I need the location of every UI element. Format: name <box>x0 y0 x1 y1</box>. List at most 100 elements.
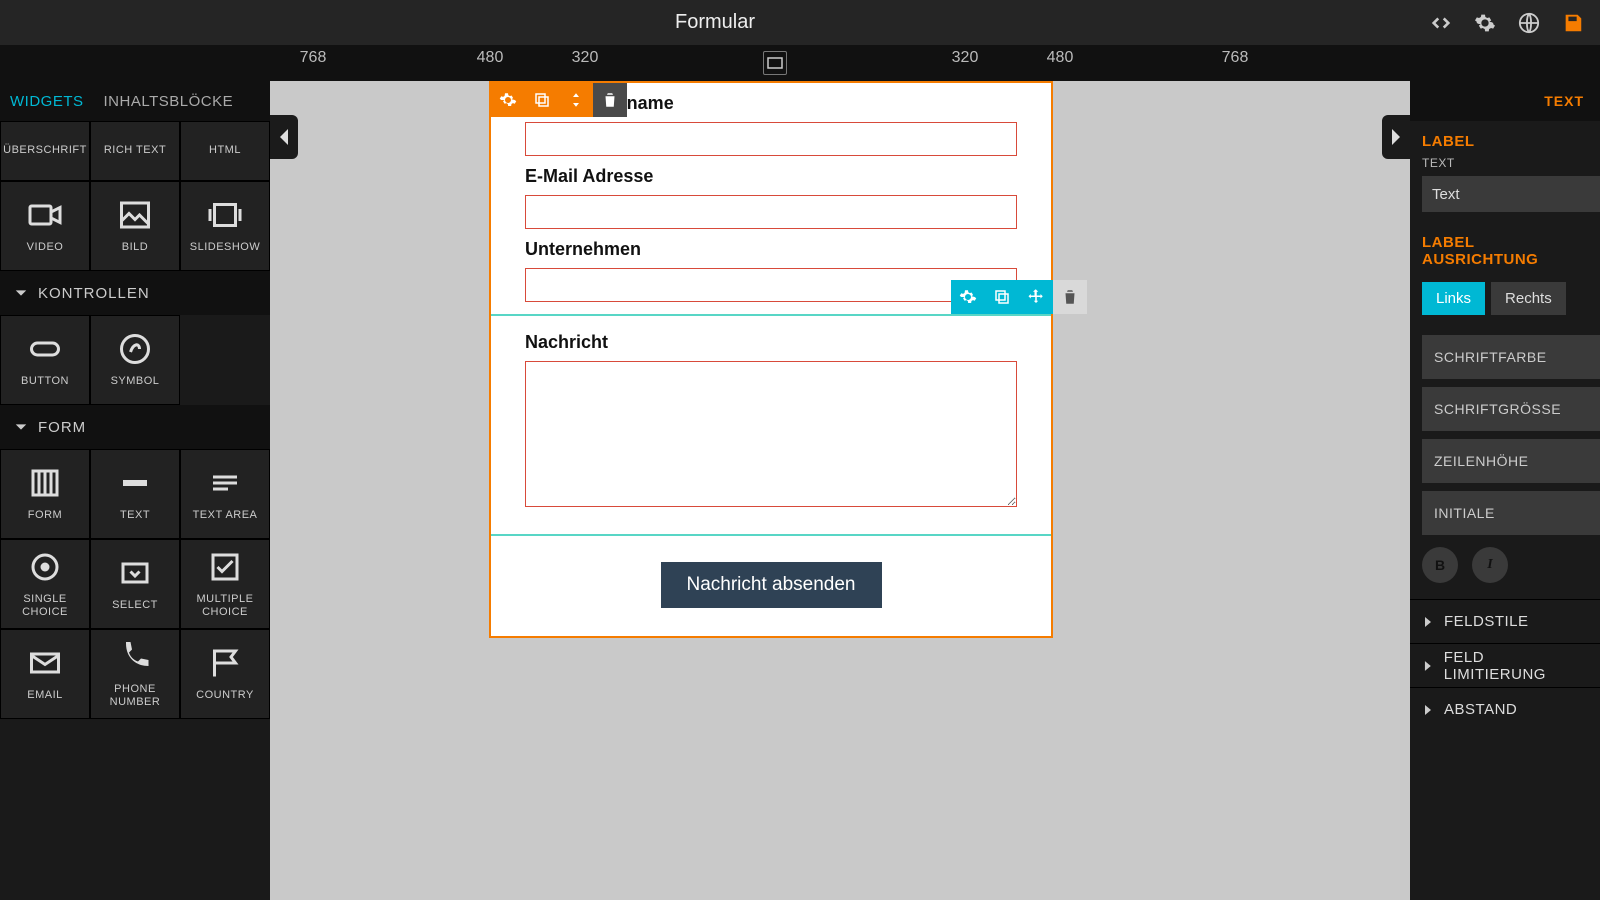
widget-richtext[interactable]: RICH TEXT <box>90 121 180 181</box>
code-icon[interactable] <box>1430 12 1452 34</box>
collapse-feld-limitierung[interactable]: FELD LIMITIERUNG <box>1410 643 1600 687</box>
section-label: FORM <box>38 419 86 436</box>
widget-slideshow[interactable]: SLIDESHOW <box>180 181 270 271</box>
align-right-button[interactable]: Rechts <box>1491 282 1566 315</box>
alignment-segment: Links Rechts <box>1410 274 1600 327</box>
section-label: KONTROLLEN <box>38 285 150 302</box>
sublabel-text: TEXT <box>1410 156 1600 170</box>
globe-icon[interactable] <box>1518 12 1540 34</box>
block-toolbar-top <box>491 83 627 117</box>
ruler-tick: 480 <box>477 49 504 67</box>
block-toolbar-selected <box>951 280 1087 314</box>
canvas-prev[interactable] <box>270 115 298 159</box>
widget-symbol[interactable]: SYMBOL <box>90 315 180 405</box>
section-form[interactable]: FORM <box>0 405 270 449</box>
widget-label: BILD <box>122 241 148 254</box>
section-label-title: LABEL <box>1410 121 1600 156</box>
field-message-block[interactable]: Nachricht <box>491 314 1051 536</box>
right-panel: TEXT LABEL TEXT LABEL AUSRICHTUNG Links … <box>1410 81 1600 900</box>
widget-label: RICH TEXT <box>104 144 166 157</box>
flag-icon <box>207 645 243 681</box>
radio-icon <box>27 549 63 585</box>
ruler-tick: 320 <box>952 49 979 67</box>
widget-form[interactable]: FORM <box>0 449 90 539</box>
widget-label: SYMBOL <box>111 375 160 388</box>
bold-button[interactable]: B <box>1422 547 1458 583</box>
block-settings[interactable] <box>951 280 985 314</box>
block-settings[interactable] <box>491 83 525 117</box>
italic-button[interactable]: I <box>1472 547 1508 583</box>
widget-select[interactable]: SELECT <box>90 539 180 629</box>
ruler: 768 480 320 320 480 768 <box>0 45 1600 81</box>
device-icon[interactable] <box>763 51 787 75</box>
topbar: Formular <box>0 0 1600 45</box>
font-color-row[interactable]: SCHRIFTFARBE <box>1422 335 1600 379</box>
ruler-tick: 320 <box>572 49 599 67</box>
widget-heading[interactable]: ÜBERSCHRIFT <box>0 121 90 181</box>
widget-label: TEXT AREA <box>193 509 258 522</box>
widget-label: SINGLE CHOICE <box>22 593 68 619</box>
submit-button[interactable]: Nachricht absenden <box>661 562 882 608</box>
collapse-feldstile[interactable]: FELDSTILE <box>1410 599 1600 643</box>
form-stage[interactable]: Vor- & Nachname E-Mail Adresse Unternehm… <box>489 81 1053 638</box>
widget-label: ÜBERSCHRIFT <box>3 144 87 157</box>
collapse-abstand[interactable]: ABSTAND <box>1410 687 1600 731</box>
name-input[interactable] <box>525 122 1017 156</box>
widget-multiple-choice[interactable]: MULTIPLE CHOICE <box>180 539 270 629</box>
video-icon <box>27 197 63 233</box>
widget-label: COUNTRY <box>196 689 254 702</box>
page-title: Formular <box>0 11 1430 34</box>
collapse-label: ABSTAND <box>1444 701 1517 718</box>
widget-text[interactable]: TEXT <box>90 449 180 539</box>
topbar-actions <box>1430 12 1600 34</box>
block-sort[interactable] <box>559 83 593 117</box>
block-duplicate[interactable] <box>985 280 1019 314</box>
widget-label: FORM <box>28 509 62 522</box>
widget-label: VIDEO <box>27 241 64 254</box>
widget-video[interactable]: VIDEO <box>0 181 90 271</box>
collapse-label: FELDSTILE <box>1444 613 1529 630</box>
widget-button[interactable]: BUTTON <box>0 315 90 405</box>
block-move[interactable] <box>1019 280 1053 314</box>
text-icon <box>117 465 153 501</box>
widget-label: SELECT <box>112 599 158 612</box>
message-textarea[interactable] <box>525 361 1017 507</box>
initial-row[interactable]: INITIALE <box>1422 491 1600 535</box>
line-height-row[interactable]: ZEILENHÖHE <box>1422 439 1600 483</box>
section-alignment-title: LABEL AUSRICHTUNG <box>1410 222 1600 274</box>
section-kontrollen[interactable]: KONTROLLEN <box>0 271 270 315</box>
widget-html[interactable]: HTML <box>180 121 270 181</box>
ruler-tick: 768 <box>1222 49 1249 67</box>
label-text-input[interactable] <box>1422 176 1600 212</box>
tab-widgets[interactable]: WIDGETS <box>0 81 94 121</box>
email-input[interactable] <box>525 195 1017 229</box>
widget-image[interactable]: BILD <box>90 181 180 271</box>
widget-email[interactable]: EMAIL <box>0 629 90 719</box>
widget-single-choice[interactable]: SINGLE CHOICE <box>0 539 90 629</box>
gear-icon[interactable] <box>1474 12 1496 34</box>
canvas: Vor- & Nachname E-Mail Adresse Unternehm… <box>270 81 1410 900</box>
font-size-row[interactable]: SCHRIFTGRÖSSE <box>1422 387 1600 431</box>
field-label: E-Mail Adresse <box>525 166 1017 187</box>
block-delete[interactable] <box>1053 280 1087 314</box>
widget-phone[interactable]: PHONE NUMBER <box>90 629 180 719</box>
form-icon <box>27 465 63 501</box>
symbol-icon <box>117 331 153 367</box>
save-icon[interactable] <box>1562 12 1584 34</box>
block-duplicate[interactable] <box>525 83 559 117</box>
widget-textarea[interactable]: TEXT AREA <box>180 449 270 539</box>
company-input[interactable] <box>525 268 1017 302</box>
slideshow-icon <box>207 197 243 233</box>
tab-content-blocks[interactable]: INHALTSBLÖCKE <box>94 81 244 121</box>
field-email[interactable]: E-Mail Adresse <box>491 156 1051 229</box>
left-panel: WIDGETS INHALTSBLÖCKE ÜBERSCHRIFT RICH T… <box>0 81 270 900</box>
field-label: Unternehmen <box>525 239 1017 260</box>
widget-label: BUTTON <box>21 375 69 388</box>
tab-text[interactable]: TEXT <box>1544 93 1584 109</box>
align-left-button[interactable]: Links <box>1422 282 1485 315</box>
field-label: Nachricht <box>525 332 1017 353</box>
block-delete[interactable] <box>593 83 627 117</box>
canvas-next[interactable] <box>1382 115 1410 159</box>
widget-label: MULTIPLE CHOICE <box>197 593 254 619</box>
widget-country[interactable]: COUNTRY <box>180 629 270 719</box>
